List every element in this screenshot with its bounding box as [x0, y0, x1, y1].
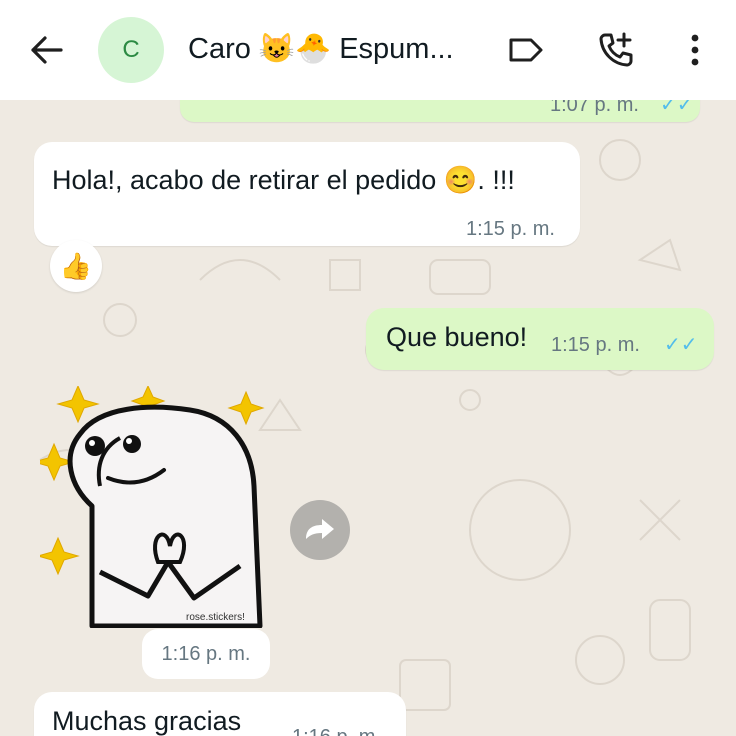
- menu-button[interactable]: [673, 28, 717, 72]
- thumbs-up-icon: 👍: [59, 250, 93, 281]
- message-out-2[interactable]: Que bueno! 1:15 p. m. ✓✓: [366, 308, 714, 370]
- message-text: Hola!, acabo de retirar el pedido 😊. !!!: [52, 165, 515, 195]
- message-text: Muchas gracias: [52, 706, 242, 736]
- message-in-4[interactable]: Muchas gracias 1:16 p. m.: [34, 692, 406, 736]
- message-time: 1:15 p. m.: [466, 218, 555, 240]
- message-time: 1:16 p. m.: [161, 642, 251, 665]
- label-button[interactable]: [504, 28, 548, 72]
- message-out-previous[interactable]: 1:07 p. m. ✓✓: [180, 100, 700, 122]
- forward-button[interactable]: [290, 500, 350, 560]
- chat-header: C Caro 😺🐣 Espum...: [0, 0, 736, 100]
- message-time: 1:15 p. m.: [551, 334, 640, 356]
- message-text: Que bueno!: [386, 322, 528, 352]
- sticker-caption: rose.stickers!: [186, 612, 245, 623]
- arrow-left-icon: [31, 36, 63, 64]
- reaction-badge[interactable]: 👍: [50, 240, 102, 292]
- sticker-time-pill: 1:16 p. m.: [142, 629, 270, 679]
- double-check-icon: ✓✓: [660, 100, 694, 116]
- chat-area[interactable]: 1:07 p. m. ✓✓ Hola!, acabo de retirar el…: [0, 100, 736, 736]
- sticker[interactable]: rose.stickers!: [32, 384, 280, 629]
- sticker-image: [32, 384, 265, 629]
- double-check-icon: ✓✓: [664, 334, 698, 356]
- more-vertical-icon: [691, 34, 699, 66]
- contact-name[interactable]: Caro 😺🐣 Espum...: [188, 32, 478, 66]
- add-call-button[interactable]: [594, 28, 638, 72]
- message-time: 1:07 p. m.: [550, 100, 639, 116]
- avatar[interactable]: C: [98, 17, 164, 83]
- back-button[interactable]: [24, 30, 68, 70]
- label-tag-icon: [509, 38, 543, 62]
- forward-icon: [306, 519, 334, 539]
- message-in-1[interactable]: Hola!, acabo de retirar el pedido 😊. !!!…: [34, 142, 580, 246]
- add-call-icon: [599, 32, 633, 67]
- message-time: 1:16 p. m.: [292, 726, 381, 736]
